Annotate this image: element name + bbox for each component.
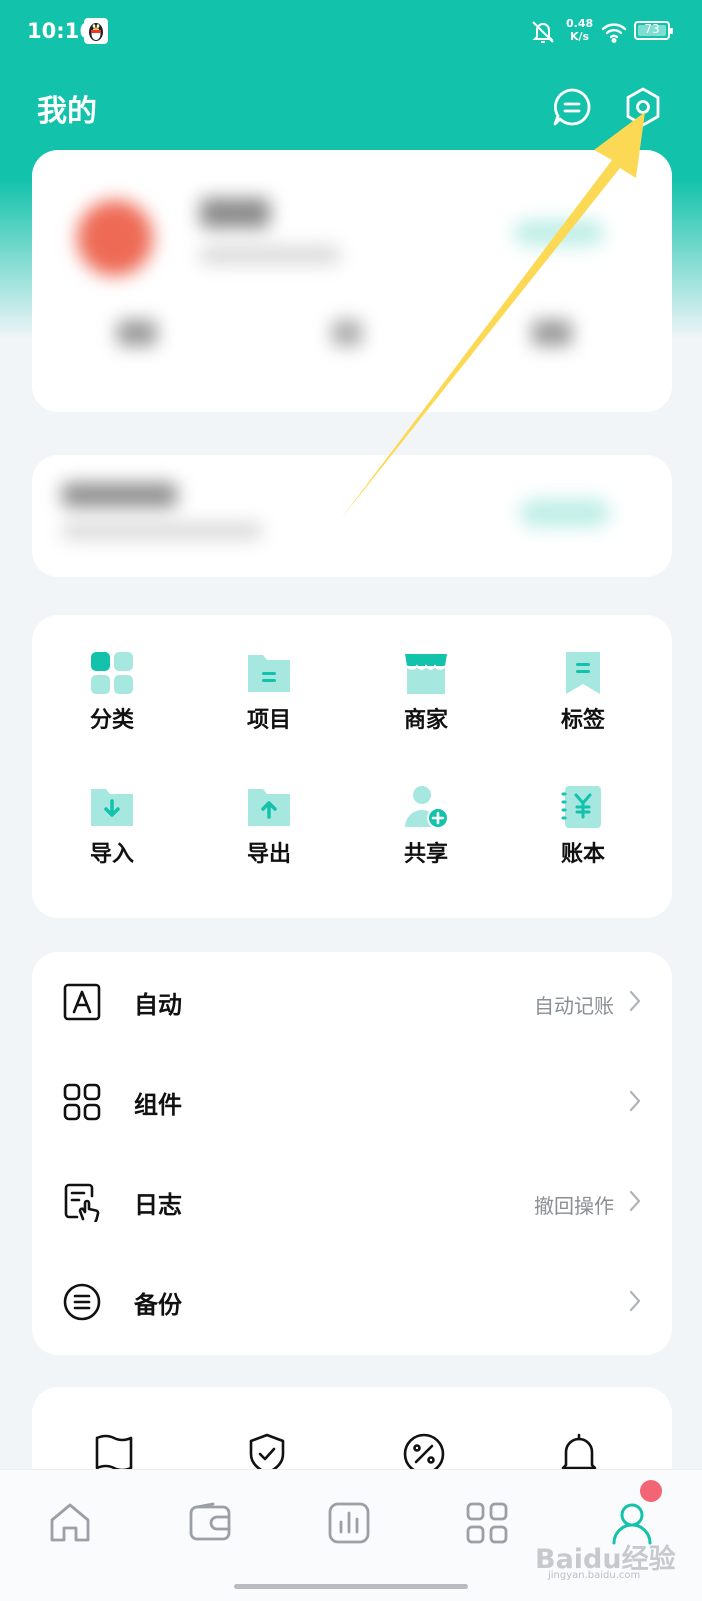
stat-value-3: [532, 320, 572, 346]
username-placeholder: [200, 198, 270, 228]
row-label: 备份: [134, 1291, 182, 1319]
page-title: 我的: [37, 94, 97, 129]
membership-subtitle-placeholder: [62, 523, 262, 539]
grid-label: 项目: [246, 708, 291, 733]
profile-action-placeholder: [514, 220, 604, 246]
list-row-widgets[interactable]: 组件: [32, 1052, 672, 1152]
message-icon[interactable]: [552, 87, 592, 127]
notification-badge: [640, 1480, 662, 1502]
bar-chart-icon: [328, 1502, 370, 1544]
user-subtitle-placeholder: [200, 246, 340, 264]
mute-bell-icon: [532, 21, 554, 43]
bottom-navigation: [0, 1469, 702, 1601]
row-label: 组件: [134, 1091, 182, 1119]
grid-item-ledger[interactable]: 账本: [503, 783, 663, 893]
log-touch-icon: [64, 1183, 100, 1222]
bookmark-tag-icon: [566, 652, 600, 694]
wallet-icon: [189, 1502, 231, 1541]
category-icon: [91, 652, 133, 694]
wifi-icon: [601, 23, 627, 44]
widgets-grid-icon: [63, 1083, 101, 1121]
membership-card[interactable]: [32, 455, 672, 577]
chevron-right-icon: [629, 1290, 641, 1312]
grid-item-merchant[interactable]: 商家: [346, 649, 506, 759]
grid-label: 分类: [89, 708, 134, 733]
list-row-backup[interactable]: 备份: [32, 1252, 672, 1352]
chevron-right-icon: [629, 990, 641, 1012]
battery-nub: [670, 28, 673, 34]
export-folder-icon: [248, 789, 290, 826]
store-icon: [405, 654, 447, 694]
grid-item-share[interactable]: 共享: [346, 783, 506, 893]
row-value: 自动记账: [534, 994, 614, 1018]
status-bar: 10:16 0.48 K/s 73: [0, 0, 702, 64]
grid-label: 标签: [560, 708, 605, 733]
auto-a-icon: [63, 983, 101, 1021]
import-folder-icon: [91, 789, 133, 826]
row-label: 日志: [134, 1191, 182, 1219]
nav-wallet[interactable]: [187, 1500, 237, 1550]
list-row-auto[interactable]: 自动 自动记账: [32, 952, 672, 1052]
apps-grid-icon: [466, 1502, 508, 1544]
net-speed: 0.48 K/s: [566, 17, 593, 43]
list-row-log[interactable]: 日志 撤回操作: [32, 1152, 672, 1252]
membership-title-placeholder: [62, 483, 177, 507]
grid-label: 导出: [246, 842, 291, 867]
ledger-book-icon: [561, 786, 601, 828]
nav-apps[interactable]: [464, 1500, 514, 1550]
grid-item-project[interactable]: 项目: [189, 649, 349, 759]
grid-label: 共享: [403, 842, 448, 867]
watermark-url: jingyan.baidu.com: [548, 1570, 641, 1581]
grid-label: 商家: [403, 708, 448, 733]
settings-icon[interactable]: [621, 85, 665, 129]
profile-card[interactable]: [32, 150, 672, 412]
project-folder-icon: [248, 655, 290, 692]
avatar: [77, 200, 153, 276]
stat-value-1: [117, 320, 157, 346]
function-grid-card: 分类 项目 商家 标签 导入 导出 共享 账本: [32, 615, 672, 918]
membership-button-placeholder: [520, 499, 610, 527]
battery-indicator: 73: [634, 21, 673, 40]
share-user-icon: [405, 786, 449, 829]
row-value: 撤回操作: [534, 1194, 614, 1218]
row-label: 自动: [134, 991, 182, 1019]
nav-statistics[interactable]: [326, 1500, 376, 1550]
settings-list-card: 自动 自动记账 组件 日志 撤回操作 备份: [32, 952, 672, 1355]
grid-item-category[interactable]: 分类: [32, 649, 192, 759]
chevron-right-icon: [629, 1190, 641, 1212]
grid-item-export[interactable]: 导出: [189, 783, 349, 893]
home-icon: [50, 1503, 90, 1542]
net-speed-value: 0.48: [566, 17, 594, 30]
chevron-right-icon: [629, 1090, 641, 1112]
net-speed-unit: K/s: [570, 30, 590, 43]
nav-home[interactable]: [47, 1500, 97, 1550]
backup-icon: [63, 1283, 101, 1321]
qq-penguin-icon: [84, 18, 108, 44]
grid-item-import[interactable]: 导入: [32, 783, 192, 893]
home-indicator[interactable]: [234, 1584, 468, 1589]
battery-level: 73: [644, 22, 660, 36]
function-grid: 分类 项目 商家 标签 导入 导出 共享 账本: [32, 615, 672, 918]
stat-value-2: [332, 320, 362, 346]
grid-label: 导入: [89, 842, 134, 867]
grid-item-tag[interactable]: 标签: [503, 649, 663, 759]
grid-label: 账本: [560, 842, 605, 867]
